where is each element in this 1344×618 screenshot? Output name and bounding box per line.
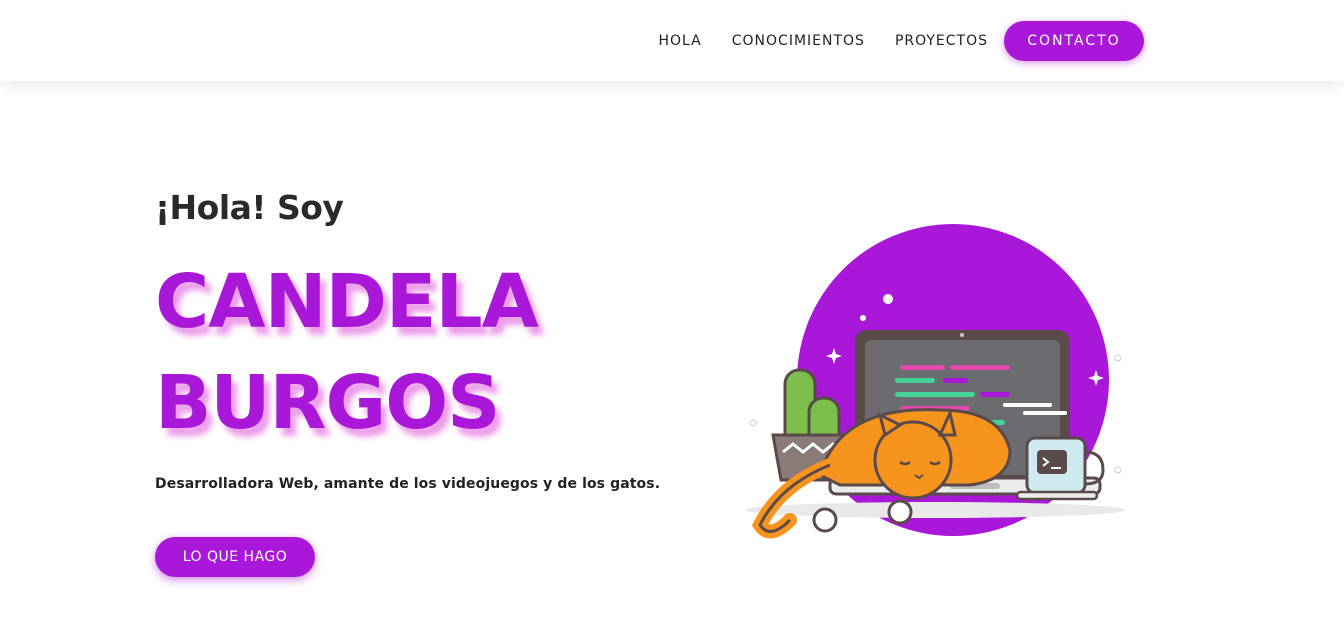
hero-greeting: ¡Hola! Soy: [155, 188, 344, 227]
nav-links: HOLA CONOCIMIENTOS PROYECTOS CONTACTO: [629, 0, 1144, 81]
hero-name: CANDELA BURGOS: [155, 252, 675, 453]
nav-link-conocimientos[interactable]: CONOCIMIENTOS: [732, 33, 865, 49]
sparkle-icon: [883, 294, 893, 304]
top-navbar: HOLA CONOCIMIENTOS PROYECTOS CONTACTO: [0, 0, 1344, 81]
hero-name-line2: BURGOS: [155, 359, 500, 446]
cat-laptop-illustration: [745, 224, 1125, 539]
hero-section: ¡Hola! Soy CANDELA BURGOS Desarrolladora…: [155, 188, 675, 577]
hero-illustration: [735, 220, 1135, 550]
lo-que-hago-button[interactable]: LO QUE HAGO: [155, 537, 315, 577]
hero-tagline: Desarrolladora Web, amante de los videoj…: [155, 475, 661, 492]
hero-name-line1: CANDELA: [155, 259, 539, 346]
contact-button[interactable]: CONTACTO: [1004, 20, 1144, 61]
nav-link-proyectos[interactable]: PROYECTOS: [895, 33, 988, 49]
nav-link-hola[interactable]: HOLA: [659, 33, 702, 49]
sparkle-icon: [860, 315, 866, 321]
